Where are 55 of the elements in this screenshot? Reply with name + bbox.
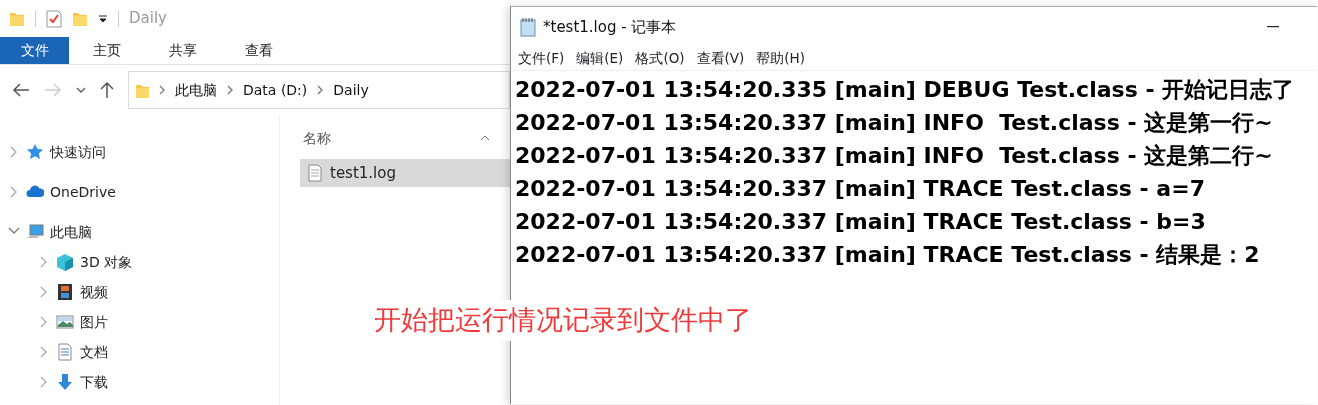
computer-icon xyxy=(26,223,44,241)
log-line: 2022-07-01 13:54:20.337 [main] TRACE Test.class - a=7 xyxy=(515,175,1206,203)
window-title: Daily xyxy=(129,8,167,30)
breadcrumb-item[interactable]: 此电脑 xyxy=(175,79,217,101)
dropdown-icon[interactable] xyxy=(98,13,108,24)
file-row[interactable]: test1.log xyxy=(300,159,510,187)
up-arrow-icon[interactable] xyxy=(100,81,114,99)
breadcrumb-item[interactable]: Data (D:) xyxy=(243,79,308,101)
cube-icon xyxy=(56,253,74,271)
film-icon xyxy=(56,283,74,301)
log-line: 2022-07-01 13:54:20.337 [main] TRACE Test.class - 结果是：2 xyxy=(515,241,1261,269)
menu-item[interactable]: 帮助(H) xyxy=(756,48,806,69)
menu-item[interactable]: 文件(F) xyxy=(518,48,565,69)
back-arrow-icon[interactable] xyxy=(12,83,30,97)
notepad-icon xyxy=(519,17,537,37)
breadcrumb-item[interactable]: Daily xyxy=(333,79,369,101)
log-line: 2022-07-01 13:54:20.337 [main] INFO Test.class - 这是第二行~ xyxy=(515,142,1274,170)
nav-item[interactable]: 快速访问 xyxy=(50,141,106,163)
sort-caret-icon xyxy=(480,135,490,141)
ribbon-tab[interactable]: 共享 xyxy=(145,37,221,64)
log-line: 2022-07-01 13:54:20.337 [main] TRACE Test.class - b=3 xyxy=(515,208,1207,236)
nav-item[interactable]: 视频 xyxy=(80,281,108,303)
document-icon xyxy=(56,343,74,361)
ribbon-tab[interactable]: 文件 xyxy=(0,37,69,64)
folder-icon[interactable] xyxy=(72,10,88,27)
menu-item[interactable]: 查看(V) xyxy=(696,48,745,69)
folder-icon xyxy=(135,82,149,98)
column-header[interactable]: 名称 xyxy=(303,127,331,149)
folder-icon[interactable] xyxy=(9,10,25,27)
log-line: 2022-07-01 13:54:20.337 [main] INFO Test.class - 这是第一行~ xyxy=(515,109,1274,137)
window-title: *test1.log - 记事本 xyxy=(543,16,677,38)
checklist-icon[interactable] xyxy=(46,9,62,28)
nav-item[interactable]: 此电脑 xyxy=(50,221,92,243)
ribbon-tab[interactable]: 主页 xyxy=(69,37,145,64)
chevron-right-icon xyxy=(159,85,165,95)
forward-arrow-icon[interactable] xyxy=(44,83,62,97)
nav-item[interactable]: 文档 xyxy=(80,341,108,363)
nav-item[interactable]: 3D 对象 xyxy=(80,251,133,273)
chevron-right-icon xyxy=(227,85,233,95)
text-file-icon xyxy=(308,164,322,182)
nav-item[interactable]: OneDrive xyxy=(50,181,116,203)
nav-item[interactable]: 下载 xyxy=(80,371,108,393)
star-icon xyxy=(26,143,44,161)
menu-item[interactable]: 编辑(E) xyxy=(576,48,624,69)
ribbon-tab[interactable]: 查看 xyxy=(221,37,297,64)
menu-item[interactable]: 格式(O) xyxy=(635,48,685,69)
log-line: 2022-07-01 13:54:20.335 [main] DEBUG Test.class - 开始记日志了 xyxy=(515,76,1296,104)
file-name: test1.log xyxy=(330,162,396,184)
chevron-right-icon xyxy=(317,85,324,95)
image-icon xyxy=(56,313,74,331)
nav-item[interactable]: 图片 xyxy=(80,311,108,333)
chevron-down-icon[interactable] xyxy=(76,87,86,93)
address-bar[interactable]: 此电脑 Data (D:) Daily xyxy=(128,71,510,109)
download-icon xyxy=(56,373,74,391)
minimize-icon[interactable] xyxy=(1267,26,1279,28)
